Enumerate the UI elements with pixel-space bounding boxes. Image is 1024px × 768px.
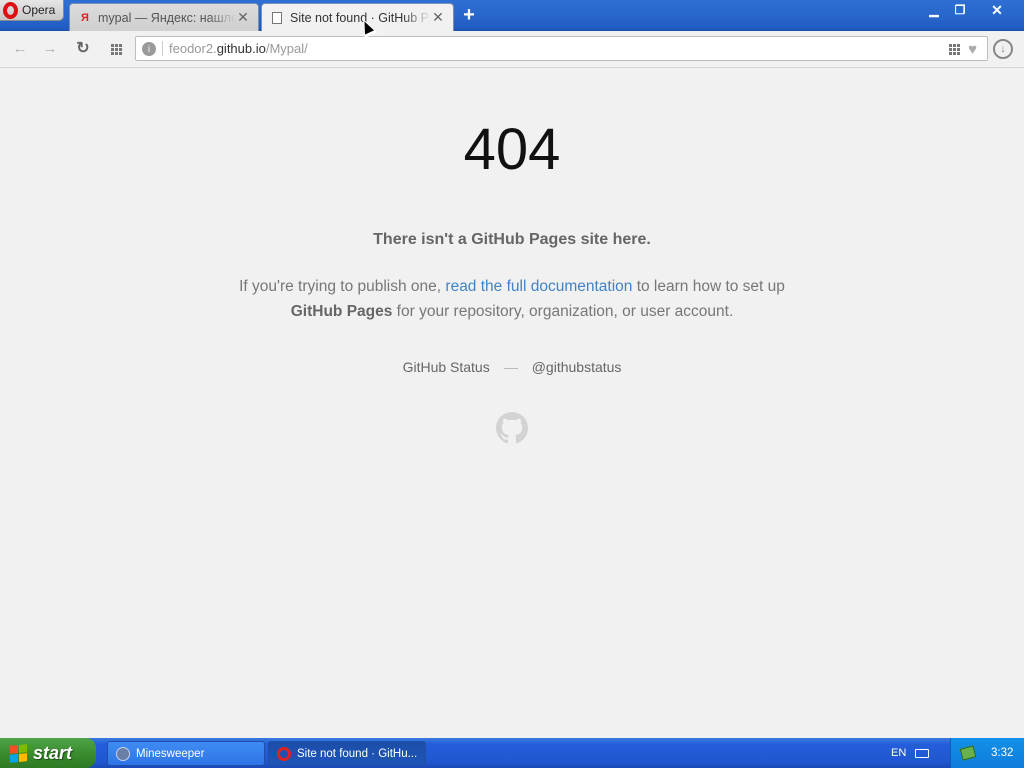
tab-close-icon[interactable]: ✕: [431, 9, 445, 26]
speed-dial-grid-icon[interactable]: [106, 39, 126, 59]
github-status-link[interactable]: GitHub Status: [403, 359, 490, 375]
githubstatus-twitter-link[interactable]: @githubstatus: [532, 359, 622, 375]
site-info-icon[interactable]: i: [142, 41, 156, 56]
tray-app-icon[interactable]: [959, 745, 977, 761]
windows-flag-icon: [10, 743, 27, 763]
browser-toolbar: ← → ↻ i feodor2. github.io/Mypal/ ♥ ↓: [0, 31, 1024, 68]
system-tray: 3:32: [950, 738, 1024, 768]
documentation-link[interactable]: read the full documentation: [445, 278, 632, 295]
back-arrow-icon[interactable]: ←: [10, 39, 30, 59]
opera-icon: [277, 746, 291, 761]
task-label: Minesweeper: [136, 747, 205, 760]
download-icon[interactable]: ↓: [993, 39, 1013, 59]
minimize-icon[interactable]: ▁: [922, 1, 946, 19]
bookmark-heart-icon[interactable]: ♥: [968, 41, 977, 58]
tab-close-icon[interactable]: ✕: [236, 9, 250, 26]
desc-text-after: for your repository, organization, or us…: [392, 303, 734, 320]
start-label: start: [33, 742, 73, 763]
url-prefix: feodor2.: [169, 41, 217, 56]
opera-menu-label: Opera: [22, 3, 56, 17]
windows-taskbar: start Minesweeper Site not found · GitHu…: [0, 738, 1024, 768]
desc-strong-github-pages: GitHub Pages: [290, 303, 393, 320]
error-description: If you're trying to publish one, read th…: [212, 274, 812, 324]
status-links: GitHub Status @githubstatus: [0, 359, 1024, 375]
restore-icon[interactable]: ❐: [948, 1, 972, 19]
keyboard-icon[interactable]: [915, 749, 929, 758]
window-controls: ▁ ❐ ✕: [922, 1, 1020, 19]
tab-title: mypal — Яндекс: нашлось: [98, 10, 236, 25]
github-octocat-icon[interactable]: [496, 412, 528, 444]
address-bar[interactable]: i feodor2. github.io/Mypal/ ♥: [135, 36, 988, 61]
opera-menu-button[interactable]: Opera: [0, 0, 64, 21]
opera-logo-icon: [3, 1, 18, 19]
close-window-icon[interactable]: ✕: [974, 1, 1020, 19]
desc-text-middle: to learn how to set up: [632, 278, 785, 295]
forward-arrow-icon[interactable]: →: [40, 39, 60, 59]
url-domain: github.io: [216, 41, 266, 56]
document-icon: [272, 11, 282, 24]
page-content: 404 There isn't a GitHub Pages site here…: [0, 68, 1024, 738]
taskbar-item-opera[interactable]: Site not found · GitHu...: [268, 741, 426, 766]
minesweeper-icon: [116, 746, 130, 761]
tab-yandex[interactable]: Я mypal — Яндекс: нашлось ✕: [69, 3, 259, 31]
browser-titlebar: Opera Я mypal — Яндекс: нашлось ✕ Site n…: [0, 0, 1024, 31]
language-indicator[interactable]: EN: [891, 747, 906, 759]
reload-icon[interactable]: ↻: [73, 39, 93, 59]
error-code: 404: [463, 117, 561, 182]
clock: 3:32: [991, 747, 1014, 759]
desc-text-before: If you're trying to publish one,: [239, 278, 446, 295]
url-path: /Mypal/: [265, 41, 308, 56]
extensions-grid-icon[interactable]: [949, 44, 961, 55]
tab-site-not-found[interactable]: Site not found · GitHub Pages ✕: [261, 3, 454, 31]
new-tab-plus-icon[interactable]: +: [460, 5, 478, 25]
yandex-favicon-icon: Я: [81, 11, 89, 24]
taskbar-item-minesweeper[interactable]: Minesweeper: [107, 741, 265, 766]
address-separator: [162, 41, 163, 56]
error-subtitle: There isn't a GitHub Pages site here.: [373, 231, 651, 248]
start-button[interactable]: start: [0, 738, 96, 768]
link-divider: [503, 367, 518, 369]
task-label: Site not found · GitHu...: [297, 747, 418, 760]
